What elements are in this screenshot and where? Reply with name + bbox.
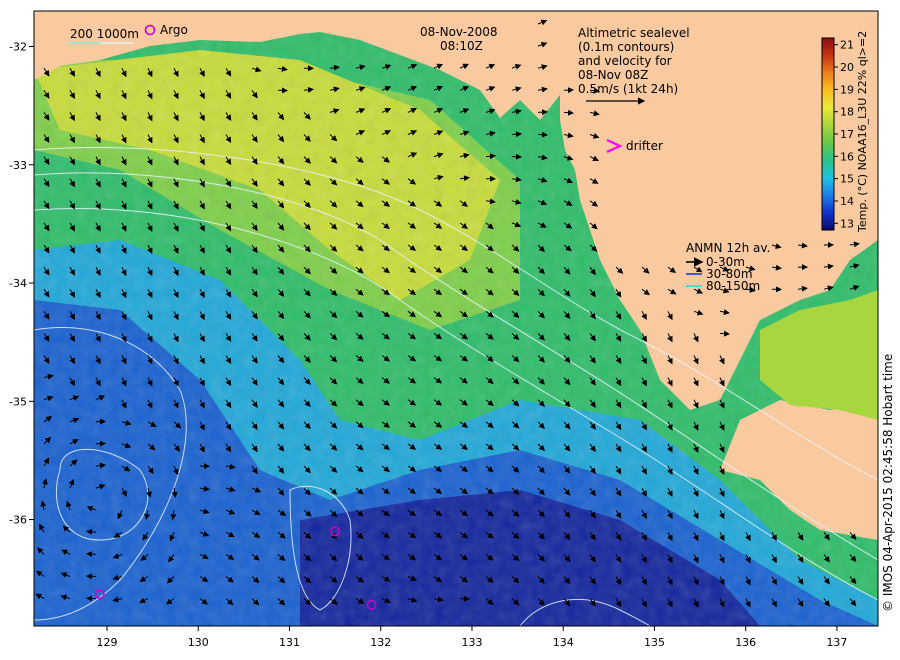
colorbar: 13 14 15 16 17 18 19 20 21 Temp. (°C) NOAA16_L3U… [821,31,869,233]
altimetry-line-3: and velocity for [578,54,672,68]
colorbar-tick-label: 13 [840,217,854,230]
velocity-arrow [95,440,106,447]
x-tick-label: 130 [188,636,209,649]
depth-legend-label: 200 1000m [70,27,139,41]
x-tick-label: 133 [461,636,482,649]
x-tick-label: 134 [553,636,574,649]
altimetry-line-2: (0.1m contours) [578,40,674,54]
colorbar-title: Temp. (°C) NOAA16_L3U 22% ql>=2 [856,31,869,233]
y-tick-label: -33 [9,159,27,172]
velocity-arrow [563,109,574,116]
x-axis: 129 130 131 132 133 134 135 136 137 [96,626,847,649]
x-tick-label: 129 [96,636,117,649]
colorbar-tick-label: 16 [840,150,854,163]
credit-text: © IMOS 04-Apr-2015 02:45:58 Hobart time [881,354,895,612]
colorbar-tick-label: 20 [840,61,854,74]
y-tick-label: -34 [9,277,27,290]
colorbar-tick-label: 18 [840,106,854,119]
altimetry-line-1: Altimetric sealevel [578,26,690,40]
x-tick-label: 132 [370,636,391,649]
colorbar-tick-label: 17 [840,128,854,141]
y-tick-label: -35 [9,395,27,408]
x-tick-label: 135 [644,636,665,649]
altimetry-line-4: 08-Nov 08Z [578,68,648,82]
y-axis: -32 -33 -34 -35 -36 [9,40,34,527]
altimetry-line-5: 0.5m/s (1kt 24h) [578,82,678,96]
x-tick-label: 131 [279,636,300,649]
map-time: 08:10Z [440,39,483,53]
velocity-arrow [86,551,97,558]
anmn-legend-title: ANMN 12h av. [686,241,770,255]
argo-legend-label: Argo [160,23,188,37]
drifter-legend-label: drifter [626,139,663,153]
x-tick-label: 137 [826,636,847,649]
colorbar-tick-label: 15 [840,173,854,186]
colorbar-tick-label: 14 [840,195,854,208]
depth-legend: 200 1000m [68,27,139,44]
velocity-arrow [537,109,548,116]
velocity-arrow [537,131,548,138]
x-tick-label: 136 [735,636,756,649]
velocity-arrow [719,330,730,337]
colorbar-tick-label: 21 [840,39,854,52]
colorbar-ramp [821,37,835,231]
map-date: 08-Nov-2008 [420,25,498,39]
y-tick-label: -36 [9,514,27,527]
sst-map: 129 130 131 132 133 134 135 136 137 -32 -33 -34 -35… [9,10,895,649]
anmn-80-150-label: 80-150m [706,279,760,293]
y-tick-label: -32 [9,40,27,53]
colorbar-tick-label: 19 [840,83,854,96]
